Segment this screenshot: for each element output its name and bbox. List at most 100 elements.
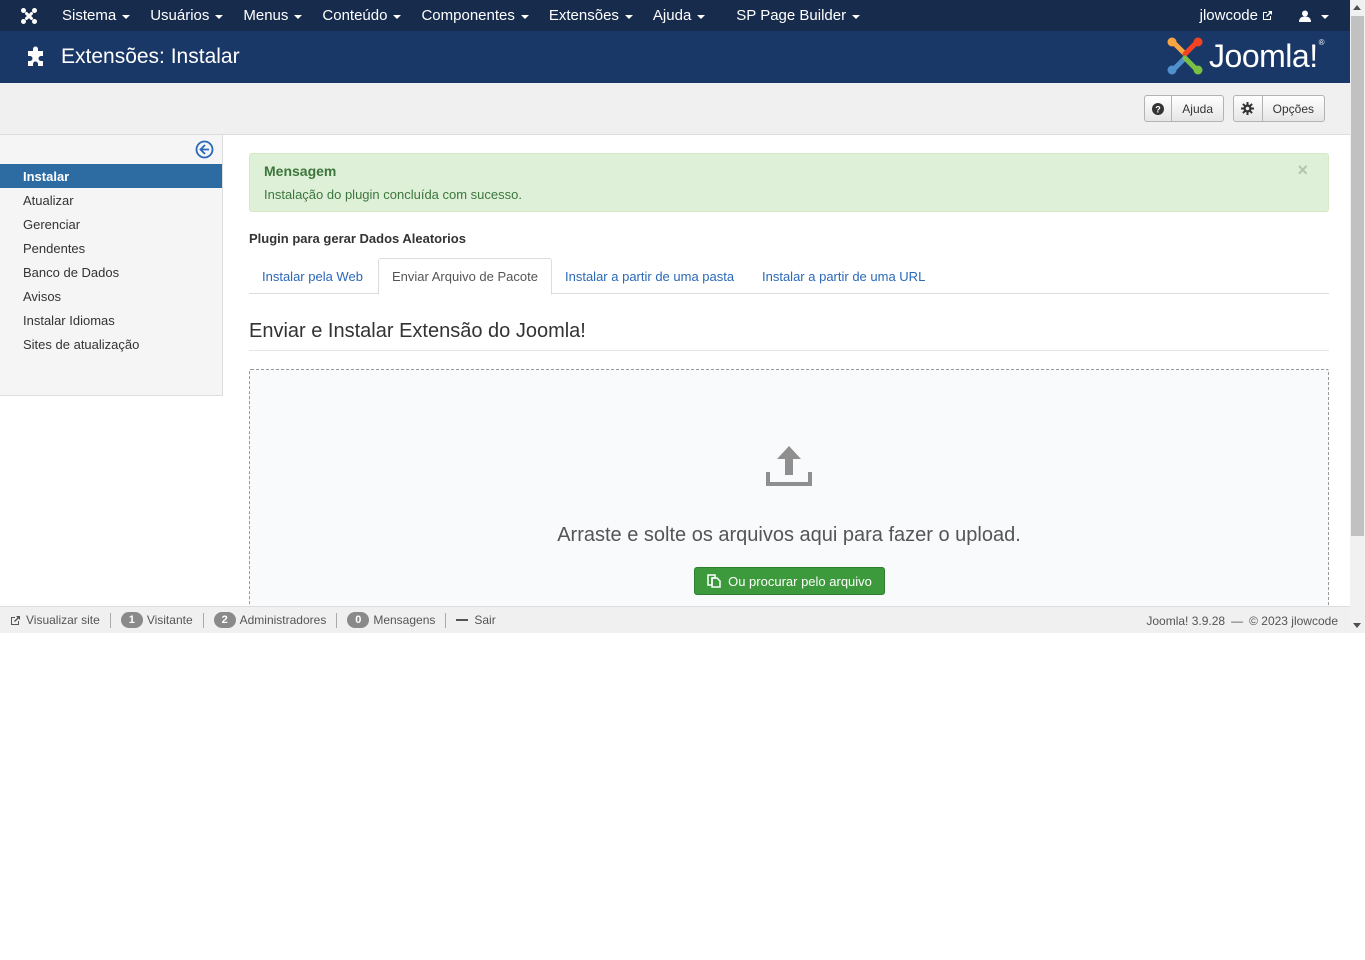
sidebar-item-sites-de-atualizacao[interactable]: Sites de atualização: [0, 332, 222, 356]
messages-label: Mensagens: [373, 613, 436, 627]
joomla-logo: Joomla!®: [1166, 37, 1325, 75]
admins-link[interactable]: 2 Administradores: [204, 607, 337, 634]
menu-usuarios[interactable]: Usuários: [150, 7, 224, 24]
menu-label: Conteúdo: [322, 7, 388, 24]
question-icon: ?: [1145, 96, 1173, 121]
section-title: Enviar e Instalar Extensão do Joomla!: [249, 320, 1329, 351]
menu-sp-page-builder[interactable]: SP Page Builder: [736, 7, 861, 24]
menu-label: Sistema: [62, 7, 117, 24]
caret-down-icon: [122, 14, 131, 19]
scrollbar-thumb[interactable]: [1351, 16, 1364, 536]
copyright-label: © 2023 jlowcode: [1249, 613, 1338, 628]
scroll-down-arrow-icon[interactable]: [1353, 623, 1361, 628]
vertical-scrollbar[interactable]: [1350, 0, 1365, 633]
site-link-label: jlowcode: [1199, 7, 1258, 24]
sidebar-item-gerenciar[interactable]: Gerenciar: [0, 212, 222, 236]
menu-label: Ajuda: [652, 7, 692, 24]
menu-label: Usuários: [150, 7, 210, 24]
sidebar-menu: Instalar Atualizar Gerenciar Pendentes B…: [0, 164, 222, 356]
caret-down-icon: [697, 14, 706, 19]
messages-link[interactable]: 0 Mensagens: [337, 607, 445, 634]
visitors-label: Visitante: [146, 613, 193, 627]
plugin-subtitle: Plugin para gerar Dados Aleatorios: [249, 231, 466, 246]
tab-enviar-arquivo-de-pacote[interactable]: Enviar Arquivo de Pacote: [378, 258, 552, 295]
page-header: Extensões: Instalar Joomla!®: [0, 31, 1350, 83]
tab-instalar-url[interactable]: Instalar a partir de uma URL: [749, 258, 938, 294]
browse-button-label: Ou procurar pelo arquivo: [728, 573, 872, 589]
tab-instalar-pela-web[interactable]: Instalar pela Web: [249, 258, 376, 294]
browser-viewport: Sistema Usuários Menus Conteúdo Componen…: [0, 0, 1350, 633]
copy-icon: [707, 574, 721, 588]
sidebar-item-pendentes[interactable]: Pendentes: [0, 236, 222, 260]
close-icon[interactable]: ×: [1297, 160, 1308, 181]
sidebar-item-instalar[interactable]: Instalar: [0, 164, 222, 188]
top-navbar: Sistema Usuários Menus Conteúdo Componen…: [0, 0, 1350, 31]
dropzone-text: Arraste e solte os arquivos aqui para fa…: [557, 524, 1021, 546]
gear-icon: [1234, 96, 1263, 121]
options-button[interactable]: Opções: [1233, 95, 1325, 122]
user-icon: [1299, 10, 1311, 22]
success-alert: Mensagem Instalação do plugin concluída …: [249, 153, 1329, 212]
navbar-right: jlowcode: [1200, 0, 1350, 31]
alert-title: Mensagem: [264, 163, 337, 179]
user-menu-dropdown[interactable]: [1299, 10, 1329, 22]
tab-instalar-pasta[interactable]: Instalar a partir de uma pasta: [552, 258, 747, 294]
menu-menus[interactable]: Menus: [243, 7, 303, 24]
view-site-link[interactable]: Visualizar site: [0, 607, 110, 634]
upload-icon: [766, 446, 812, 486]
menu-label: SP Page Builder: [736, 7, 847, 24]
joomla-icon[interactable]: [0, 0, 62, 31]
caret-down-icon: [852, 14, 861, 19]
puzzle-icon: [28, 46, 43, 66]
version-info: Joomla! 3.9.28 — © 2023 jlowcode: [1146, 607, 1338, 633]
visitors-link[interactable]: 1 Visitante: [111, 607, 203, 634]
main-menu: Sistema Usuários Menus Conteúdo Componen…: [62, 0, 880, 31]
sidebar-item-atualizar[interactable]: Atualizar: [0, 188, 222, 212]
install-tabs: Instalar pela Web Enviar Arquivo de Paco…: [249, 258, 1329, 295]
caret-down-icon: [624, 14, 633, 19]
sidebar: Instalar Atualizar Gerenciar Pendentes B…: [0, 135, 223, 396]
menu-label: Menus: [243, 7, 289, 24]
page-title: Extensões: Instalar: [61, 45, 240, 68]
logout-link[interactable]: Sair: [446, 607, 505, 634]
minus-icon: [456, 619, 469, 621]
caret-down-icon: [1321, 14, 1329, 19]
admins-count-badge: 2: [213, 612, 236, 628]
menu-ajuda[interactable]: Ajuda: [652, 7, 706, 24]
logout-label: Sair: [474, 613, 496, 627]
options-label: Opções: [1272, 101, 1314, 116]
messages-count-badge: 0: [347, 612, 370, 628]
menu-extensoes[interactable]: Extensões: [549, 7, 633, 24]
visitors-count-badge: 1: [120, 612, 143, 628]
caret-down-icon: [520, 14, 529, 19]
site-link[interactable]: jlowcode: [1200, 7, 1273, 24]
toolbar: ? Ajuda Opções: [0, 83, 1350, 135]
admins-label: Administradores: [239, 613, 327, 627]
scroll-up-arrow-icon[interactable]: [1353, 5, 1361, 10]
status-bar: Visualizar site 1 Visitante 2 Administra…: [0, 606, 1350, 633]
menu-componentes[interactable]: Componentes: [421, 7, 529, 24]
view-site-label: Visualizar site: [26, 613, 100, 627]
browse-file-button[interactable]: Ou procurar pelo arquivo: [694, 567, 885, 595]
menu-conteudo[interactable]: Conteúdo: [322, 7, 402, 24]
sidebar-item-banco-de-dados[interactable]: Banco de Dados: [0, 260, 222, 284]
caret-down-icon: [393, 14, 402, 19]
arrow-circle-left-icon[interactable]: [195, 140, 214, 159]
joomla-logo-text: Joomla!®: [1209, 37, 1324, 74]
help-label: Ajuda: [1182, 101, 1213, 116]
joomla-logo-mark-icon: [1167, 37, 1203, 75]
menu-sistema[interactable]: Sistema: [62, 7, 131, 24]
svg-text:?: ?: [1155, 104, 1161, 114]
caret-down-icon: [294, 14, 303, 19]
menu-label: Extensões: [548, 7, 619, 24]
sidebar-item-avisos[interactable]: Avisos: [0, 284, 222, 308]
menu-label: Componentes: [421, 7, 515, 24]
version-label: Joomla! 3.9.28: [1146, 613, 1226, 628]
help-button[interactable]: ? Ajuda: [1144, 95, 1224, 122]
alert-message: Instalação do plugin concluída com suces…: [264, 187, 522, 202]
caret-down-icon: [215, 14, 224, 19]
external-link-icon: [11, 615, 20, 625]
sidebar-item-instalar-idiomas[interactable]: Instalar Idiomas: [0, 308, 222, 332]
upload-dropzone[interactable]: Arraste e solte os arquivos aqui para fa…: [249, 369, 1329, 629]
external-link-icon: [1263, 11, 1272, 20]
